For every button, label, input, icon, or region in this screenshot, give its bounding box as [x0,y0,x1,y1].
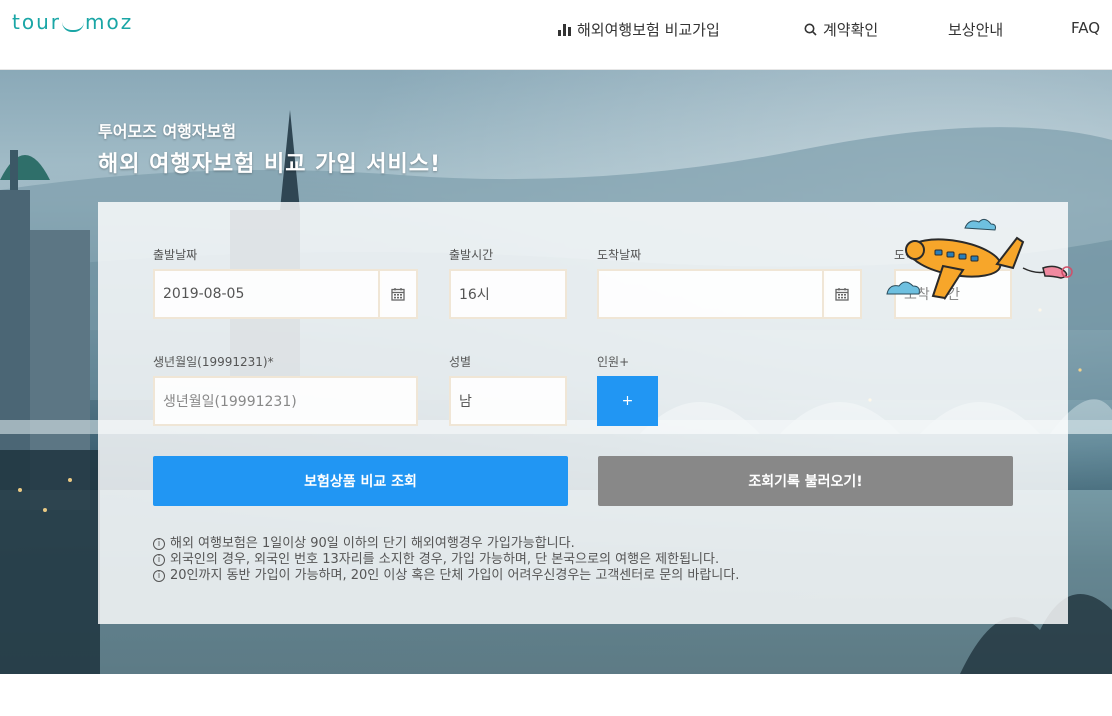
notice-item: i 20인까지 동반 가입이 가능하며, 20인 이상 혹은 단체 가입이 어려우… [153,568,739,584]
calendar-icon [391,288,405,301]
info-icon: i [153,538,165,550]
footer-strip [0,674,1112,716]
notice-list: i 해외 여행보험은 1일이상 90일 이하의 단기 해외여행경우 가입가능합니다… [153,536,739,584]
search-icon [804,23,817,36]
departure-date-label: 출발날짜 [153,248,198,262]
nav-contract-label: 계약확인 [823,21,879,39]
nav-claim-guide[interactable]: 보상안내 [948,19,1003,40]
nav-contract-check[interactable]: 계약확인 [804,19,878,40]
add-person-button[interactable]: + [597,376,658,426]
departure-time-select[interactable]: 16시 [449,269,567,319]
site-logo[interactable]: tour moz [12,10,133,34]
people-label: 인원+ [597,355,630,369]
notice-item: i 외국인의 경우, 외국인 번호 13자리를 소지한 경우, 가입 가능하며, … [153,552,739,568]
birth-date-input[interactable]: 생년월일(19991231) [153,376,418,426]
nav-faq[interactable]: FAQ [1071,19,1100,37]
load-history-button[interactable]: 조회기록 불러오기! [598,456,1013,506]
birth-date-label: 생년월일(19991231)* [153,355,274,369]
info-icon: i [153,554,165,566]
departure-time-label: 출발시간 [449,248,494,262]
notice-text: 외국인의 경우, 외국인 번호 13자리를 소지한 경우, 가입 가능하며, 단… [170,552,720,567]
nav-compare-label: 해외여행보험 비교가입 [577,21,720,39]
departure-date-input[interactable]: 2019-08-05 [153,269,382,319]
arrival-date-label: 도착날짜 [597,248,642,262]
hero-section: 투어모즈 여행자보험 해외 여행자보험 비교 가입 서비스! 출발날짜 출발시간… [0,70,1112,674]
gender-label: 성별 [449,355,472,369]
nav-faq-label: FAQ [1071,19,1101,37]
departure-date-calendar-button[interactable] [378,269,418,319]
calendar-icon [835,288,849,301]
compare-search-button[interactable]: 보험상품 비교 조회 [153,456,568,506]
logo-text-right: moz [84,10,134,34]
notice-text: 20인까지 동반 가입이 가능하며, 20인 이상 혹은 단체 가입이 어려우신… [170,568,740,583]
bar-chart-icon [558,23,571,36]
site-header: tour moz 해외여행보험 비교가입 계약확인 보상안내 FAQ [0,0,1112,70]
nav-claim-label: 보상안내 [948,21,1004,39]
logo-text-left: tour [12,10,61,34]
airplane-illustration [886,218,1073,300]
gender-select[interactable]: 남 [449,376,567,426]
notice-item: i 해외 여행보험은 1일이상 90일 이하의 단기 해외여행경우 가입가능합니다… [153,536,739,552]
notice-text: 해외 여행보험은 1일이상 90일 이하의 단기 해외여행경우 가입가능합니다. [170,536,575,551]
hero-subtitle: 투어모즈 여행자보험 [98,122,237,141]
logo-smile-mark [61,22,84,32]
info-icon: i [153,570,165,582]
arrival-date-calendar-button[interactable] [822,269,862,319]
nav-compare-insurance[interactable]: 해외여행보험 비교가입 [558,19,720,40]
arrival-date-input[interactable] [597,269,826,319]
hero-title: 해외 여행자보험 비교 가입 서비스! [98,152,442,177]
